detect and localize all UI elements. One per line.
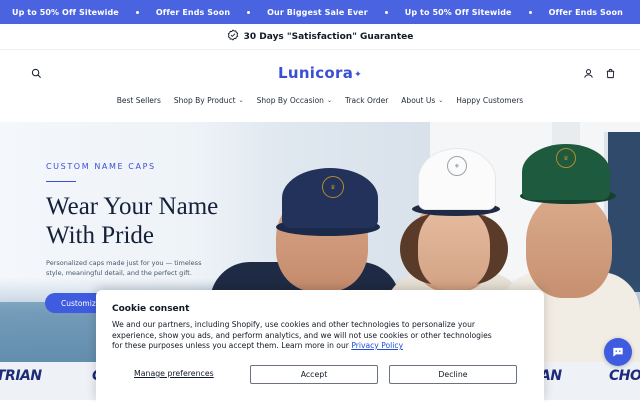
subtext-line-1: Personalized caps made just for you — ti… [46,258,226,268]
nav-item-happy-customers[interactable]: Happy Customers [456,96,523,105]
cookie-body-line-3-text: for these purposes unless you accept the… [112,341,351,350]
nav-item-label: Shop By Product [174,96,236,105]
brand-logo-1: TRIAN [0,368,42,384]
site-logo[interactable]: Lunicora✦ [0,64,640,82]
shopping-bag-icon[interactable] [602,65,618,81]
headline-line-1: Wear Your Name [46,192,286,221]
nav-item-label: About Us [401,96,435,105]
nav-item-label: Shop By Occasion [257,96,324,105]
ticker-item: Offer Ends Soon [156,8,230,17]
ticker-track: Up to 50% Off Sitewide Offer Ends Soon Our… [12,0,640,24]
ticker-separator [136,11,139,14]
hero-eyebrow: CUSTOM NAME CAPS [46,162,286,171]
ticker-separator [385,11,388,14]
cookie-body-line-2: experience, show you ads, and perform an… [112,331,528,342]
logo-text: Lunicora [278,64,353,82]
cookie-title: Cookie consent [112,304,528,314]
nav-item-track-order[interactable]: Track Order [345,96,388,105]
brand-logo-4: CHO [609,368,640,384]
hero-headline: Wear Your Name With Pride [46,192,286,250]
user-icon[interactable] [580,65,596,81]
privacy-policy-link[interactable]: Privacy Policy [351,341,403,350]
nav-item-label: Track Order [345,96,388,105]
guarantee-bar: 30 Days "Satisfaction" Guarantee [0,24,640,50]
ticker-separator [529,11,532,14]
hero-subtext: Personalized caps made just for you — ti… [46,258,226,278]
chat-bubble-icon[interactable] [604,338,632,366]
cookie-consent-dialog: Cookie consent We and our partners, incl… [96,290,544,402]
manage-preferences-link[interactable]: Manage preferences [134,369,214,378]
nav-item-shop-by-product[interactable]: Shop By Product⌄ [174,96,244,105]
decline-button[interactable]: Decline [389,365,517,384]
nav-item-label: Best Sellers [117,96,161,105]
ticker-item: Up to 50% Off Sitewide [405,8,512,17]
customize-button-label: Customiz [61,299,96,308]
hero-text-block: CUSTOM NAME CAPS Wear Your Name With Pri… [46,162,286,278]
subtext-line-2: style, meaningful detail, and the perfec… [46,268,226,278]
cookie-actions: Manage preferences Accept Decline [112,365,528,385]
headline-line-2: With Pride [46,221,286,250]
chevron-down-icon: ⌄ [438,97,443,104]
site-header: Lunicora✦ Best SellersShop By Product⌄Sh… [0,50,640,122]
eyebrow-divider [46,181,76,182]
promo-ticker: Up to 50% Off Sitewide Offer Ends Soon Our… [0,0,640,24]
sparkle-icon: ✦ [354,70,362,80]
ticker-item: Offer Ends Soon [549,8,623,17]
guarantee-text: 30 Days "Satisfaction" Guarantee [244,32,414,42]
main-nav: Best SellersShop By Product⌄Shop By Occa… [0,96,640,105]
nav-item-shop-by-occasion[interactable]: Shop By Occasion⌄ [257,96,332,105]
chevron-down-icon: ⌄ [239,97,244,104]
nav-item-best-sellers[interactable]: Best Sellers [117,96,161,105]
ticker-item: Our Biggest Sale Ever [267,8,368,17]
accept-button[interactable]: Accept [250,365,378,384]
badge-check-icon [227,28,239,46]
cookie-body: We and our partners, including Shopify, … [112,320,528,352]
cookie-body-line-3: for these purposes unless you accept the… [112,341,528,352]
chevron-down-icon: ⌄ [327,97,332,104]
nav-item-about-us[interactable]: About Us⌄ [401,96,443,105]
ticker-separator [247,11,250,14]
cookie-body-line-1: We and our partners, including Shopify, … [112,320,528,331]
ticker-item: Up to 50% Off Sitewide [12,8,119,17]
nav-item-label: Happy Customers [456,96,523,105]
